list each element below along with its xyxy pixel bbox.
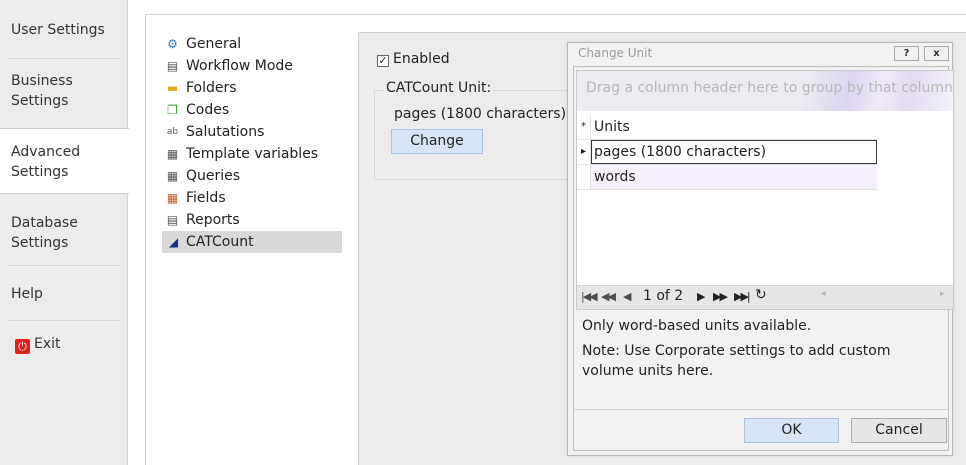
note-text: Note: Use Corporate settings to add cust… (582, 343, 891, 379)
nav-item-database-settings[interactable]: Database Settings (0, 213, 128, 253)
tree-item-label: Fields (186, 190, 226, 206)
workflow-icon: ▤ (166, 59, 179, 73)
ok-button[interactable]: OK (744, 418, 839, 443)
dialog-body: Drag a column header here to group by th… (573, 66, 954, 451)
catcount-icon: ◢ (168, 235, 179, 249)
queries-icon: ▦ (166, 169, 179, 183)
scroll-right-icon[interactable]: ▸ (940, 289, 945, 299)
next-page-fast-icon[interactable]: ▶▶ (713, 290, 728, 303)
catcount-unit-label: CATCount Unit: (384, 80, 494, 96)
tree-item-label: Queries (186, 168, 241, 184)
help-button[interactable]: ? (894, 46, 919, 61)
nav-item-label: Settings (11, 93, 69, 109)
group-by-panel[interactable]: Drag a column header here to group by th… (577, 71, 953, 111)
close-button[interactable]: x (924, 46, 949, 61)
scroll-left-icon[interactable]: ◂ (821, 289, 826, 299)
exit-button[interactable]: ⏻ Exit (0, 334, 128, 354)
tree-item-label: Codes (186, 102, 230, 118)
nav-item-label: Business (11, 73, 73, 89)
cancel-button[interactable]: Cancel (851, 418, 947, 443)
nav-item-label: Database (11, 215, 78, 231)
tree-item-salutations[interactable]: ab Salutations (165, 121, 265, 143)
nav-separator (8, 265, 120, 266)
tree-item-label: Reports (186, 212, 240, 228)
horizontal-scrollbar[interactable]: ◂ ▸ (819, 289, 949, 305)
pager-text: 1 of 2 (643, 288, 684, 304)
tree-item-catcount[interactable]: ◢ CATCount (162, 231, 342, 253)
column-header-units[interactable]: Units (591, 115, 877, 139)
tree-item-codes[interactable]: ❐ Codes (165, 99, 229, 121)
tree-item-workflow-mode[interactable]: ▤ Workflow Mode (165, 55, 293, 77)
tree-item-fields[interactable]: ▦ Fields (165, 187, 226, 209)
first-page-icon[interactable]: |◀◀ (581, 290, 598, 303)
nav-item-advanced-settings[interactable]: Advanced Settings (0, 128, 129, 194)
general-icon: ⚙ (167, 37, 178, 51)
change-button[interactable]: Change (391, 129, 483, 154)
grid-navigator: |◀◀ ◀◀ ◀ 1 of 2 ▶ ▶▶ ▶▶| ↻ ◂ ▸ (577, 285, 953, 309)
template-variables-icon: ▦ (166, 147, 179, 161)
nav-item-label: Settings (11, 235, 69, 251)
reports-icon: ▤ (166, 213, 179, 227)
units-grid: Drag a column header here to group by th… (576, 70, 954, 310)
last-page-icon[interactable]: ▶▶| (734, 290, 751, 303)
group-by-hint: Drag a column header here to group by th… (586, 80, 953, 96)
refresh-icon[interactable]: ↻ (755, 287, 767, 303)
previous-page-fast-icon[interactable]: ◀◀ (601, 290, 616, 303)
enabled-label: Enabled (393, 51, 450, 67)
tree-item-label: Template variables (186, 146, 319, 162)
enabled-checkbox[interactable]: ✓ Enabled (377, 51, 450, 67)
nav-item-label: Advanced (11, 144, 81, 160)
tree-item-label: Folders (186, 80, 237, 96)
nav-item-help[interactable]: Help (0, 284, 128, 304)
nav-item-label: Settings (11, 164, 69, 180)
dialog-footer-divider (574, 409, 948, 410)
table-row[interactable]: words (577, 165, 877, 190)
new-row-marker: * (577, 115, 591, 139)
tree-item-reports[interactable]: ▤ Reports (165, 209, 240, 231)
tree-item-folders[interactable]: ▬ Folders (165, 77, 237, 99)
left-navigation: User Settings Business Settings Advanced… (0, 0, 129, 465)
tree-item-label: Workflow Mode (186, 58, 293, 74)
tree-item-template-variables[interactable]: ▦ Template variables (165, 143, 318, 165)
change-unit-dialog: Change Unit ? x Drag a column header her… (567, 42, 954, 456)
tree-item-label: Salutations (186, 124, 265, 140)
nav-item-label: User Settings (11, 22, 105, 38)
table-cell[interactable]: words (591, 165, 877, 189)
tree-item-label: CATCount (186, 234, 254, 250)
codes-icon: ❐ (167, 103, 178, 117)
checkbox-check-icon: ✓ (377, 54, 389, 67)
tree-item-queries[interactable]: ▦ Queries (165, 165, 240, 187)
salutations-icon: ab (166, 127, 179, 137)
nav-item-business-settings[interactable]: Business Settings (0, 71, 128, 111)
current-row-arrow-icon: ▸ (577, 140, 591, 164)
next-page-icon[interactable]: ▶ (697, 290, 706, 303)
table-row[interactable]: ▸ pages (1800 characters) (577, 140, 877, 165)
dialog-title: Change Unit (578, 46, 653, 60)
nav-item-user-settings[interactable]: User Settings (0, 20, 128, 40)
previous-page-icon[interactable]: ◀ (623, 290, 632, 303)
current-unit-value: pages (1800 characters) (394, 106, 567, 122)
folder-icon: ▬ (166, 81, 179, 95)
nav-separator (8, 320, 120, 321)
tree-item-label: General (186, 36, 242, 52)
new-row[interactable]: * Units (577, 115, 877, 140)
power-icon: ⏻ (15, 339, 30, 354)
nav-separator (8, 58, 120, 59)
info-text: Only word-based units available. (582, 318, 812, 334)
table-cell[interactable]: pages (1800 characters) (591, 140, 877, 164)
row-indicator (577, 165, 591, 189)
tree-item-general[interactable]: ⚙ General (165, 33, 241, 55)
nav-item-label: Help (11, 286, 43, 302)
fields-icon: ▦ (166, 191, 179, 205)
exit-label: Exit (34, 336, 61, 352)
